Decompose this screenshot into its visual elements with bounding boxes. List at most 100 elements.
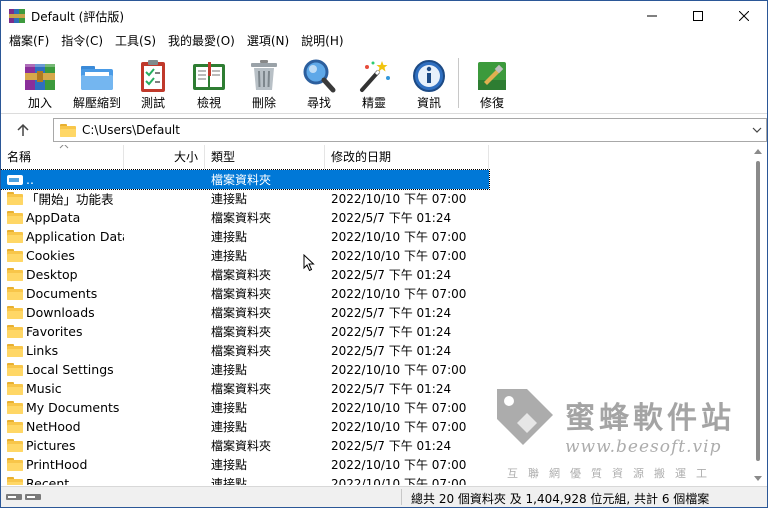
view-button[interactable]: 檢視: [182, 56, 236, 112]
cell-type: 檔案資料夾: [211, 306, 272, 320]
repair-kit-icon: [474, 58, 510, 94]
table-row[interactable]: .. 檔案資料夾: [1, 169, 490, 190]
cell-type: 檔案資料夾: [211, 287, 272, 301]
scroll-thumb[interactable]: [756, 161, 760, 461]
table-row[interactable]: Favorites 檔案資料夾 2022/5/7 下午 01:24: [1, 322, 489, 341]
folder-icon: [7, 420, 23, 433]
wizard-button[interactable]: 精靈: [347, 56, 401, 112]
menu-favorites[interactable]: 我的最愛(O): [162, 31, 241, 51]
menu-help[interactable]: 說明(H): [295, 31, 349, 51]
menu-options[interactable]: 選項(N): [241, 31, 295, 51]
table-row[interactable]: Local Settings 連接點 2022/10/10 下午 07:00: [1, 360, 489, 379]
status-summary: 總共 20 個資料夾 及 1,404,928 位元組, 共計 6 個檔案: [411, 492, 710, 506]
cell-name: Cookies: [1, 248, 124, 263]
cell-modified: 2022/10/10 下午 07:00: [331, 363, 467, 377]
folder-icon: [7, 306, 23, 319]
table-row[interactable]: Music 檔案資料夾 2022/5/7 下午 01:24: [1, 379, 489, 398]
file-list[interactable]: 名稱 大小 類型 修改的日期 .. 檔案資料夾 「開始」功能表 連接點 2022/10/…: [1, 145, 767, 485]
extract-folder-icon: [79, 58, 115, 94]
cell-modified: 2022/5/7 下午 01:24: [331, 344, 452, 358]
cell-type: 連接點: [211, 458, 248, 472]
column-type[interactable]: 類型: [205, 145, 325, 169]
cell-name: Application Data: [1, 229, 124, 244]
file-name: AppData: [26, 210, 81, 225]
menu-bar: 檔案(F) 指令(C) 工具(S) 我的最愛(O) 選項(N) 說明(H): [1, 31, 767, 51]
column-name[interactable]: 名稱: [1, 145, 124, 169]
folder-icon: [7, 458, 23, 471]
vertical-scrollbar[interactable]: [750, 145, 767, 485]
address-bar: C:\Users\Default: [1, 116, 767, 144]
winrar-app-icon[interactable]: [9, 8, 25, 24]
parent-folder-icon: [7, 174, 23, 185]
scroll-down-arrow[interactable]: [754, 476, 762, 481]
info-button[interactable]: 資訊: [402, 56, 456, 112]
menu-file[interactable]: 檔案(F): [3, 31, 55, 51]
up-folder-button[interactable]: [9, 119, 37, 141]
table-row[interactable]: NetHood 連接點 2022/10/10 下午 07:00: [1, 417, 489, 436]
menu-tools[interactable]: 工具(S): [109, 31, 162, 51]
test-label: 測試: [140, 96, 165, 110]
cell-type: 檔案資料夾: [211, 173, 272, 187]
file-name: Local Settings: [26, 362, 114, 377]
table-row[interactable]: 「開始」功能表 連接點 2022/10/10 下午 07:00: [1, 189, 489, 208]
add-button[interactable]: 加入: [13, 56, 67, 112]
status-separator: [401, 489, 402, 505]
minimize-button[interactable]: [629, 1, 675, 31]
table-row[interactable]: PrintHood 連接點 2022/10/10 下午 07:00: [1, 455, 489, 474]
table-row[interactable]: Pictures 檔案資料夾 2022/5/7 下午 01:24: [1, 436, 489, 455]
extract-to-button[interactable]: 解壓縮到: [70, 56, 124, 112]
cell-type: 連接點: [211, 401, 248, 415]
address-dropdown-button[interactable]: [750, 123, 764, 137]
file-name: Music: [26, 381, 62, 396]
cell-modified: 2022/10/10 下午 07:00: [331, 287, 467, 301]
file-name: PrintHood: [26, 457, 88, 472]
cell-name: Documents: [1, 286, 124, 301]
folder-icon: [7, 477, 23, 485]
column-modified[interactable]: 修改的日期: [325, 145, 489, 169]
table-row[interactable]: Downloads 檔案資料夾 2022/5/7 下午 01:24: [1, 303, 489, 322]
file-rows: .. 檔案資料夾 「開始」功能表 連接點 2022/10/10 下午 07:00 AppD…: [1, 169, 490, 485]
info-label: 資訊: [416, 96, 441, 110]
folder-icon: [7, 325, 23, 338]
folder-icon: [7, 363, 23, 376]
table-row[interactable]: Links 檔案資料夾 2022/5/7 下午 01:24: [1, 341, 489, 360]
test-button[interactable]: 測試: [126, 56, 180, 112]
cell-name: ..: [1, 172, 124, 187]
table-row[interactable]: Recent 連接點 2022/10/10 下午 07:00: [1, 474, 489, 485]
cell-modified: 2022/5/7 下午 01:24: [331, 325, 452, 339]
cell-modified: 2022/10/10 下午 07:00: [331, 192, 467, 206]
cell-modified: 2022/10/10 下午 07:00: [331, 477, 467, 485]
cell-name: Links: [1, 343, 124, 358]
folder-icon: [7, 401, 23, 414]
table-row[interactable]: Documents 檔案資料夾 2022/10/10 下午 07:00: [1, 284, 489, 303]
cell-name: Desktop: [1, 267, 124, 282]
cell-name: Music: [1, 381, 124, 396]
cell-name: AppData: [1, 210, 124, 225]
table-row[interactable]: My Documents 連接點 2022/10/10 下午 07:00: [1, 398, 489, 417]
folder-icon: [7, 287, 23, 300]
maximize-button[interactable]: [675, 1, 721, 31]
close-button[interactable]: [721, 1, 767, 31]
column-size[interactable]: 大小: [124, 145, 205, 169]
cell-type: 檔案資料夾: [211, 211, 272, 225]
column-header-row: 名稱 大小 類型 修改的日期: [1, 145, 489, 169]
folder-icon: [7, 230, 23, 243]
menu-commands[interactable]: 指令(C): [55, 31, 109, 51]
repair-button[interactable]: 修復: [465, 56, 519, 112]
table-row[interactable]: Application Data 連接點 2022/10/10 下午 07:00: [1, 227, 489, 246]
cell-modified: 2022/10/10 下午 07:00: [331, 249, 467, 263]
cell-name: Downloads: [1, 305, 124, 320]
scroll-up-arrow[interactable]: [754, 149, 762, 154]
folder-icon: [7, 382, 23, 395]
delete-button[interactable]: 刪除: [237, 56, 291, 112]
table-row[interactable]: AppData 檔案資料夾 2022/5/7 下午 01:24: [1, 208, 489, 227]
table-row[interactable]: Desktop 檔案資料夾 2022/5/7 下午 01:24: [1, 265, 489, 284]
table-row[interactable]: Cookies 連接點 2022/10/10 下午 07:00: [1, 246, 489, 265]
address-field[interactable]: C:\Users\Default: [53, 118, 767, 142]
cell-name: My Documents: [1, 400, 124, 415]
folder-icon: [60, 124, 76, 137]
find-button[interactable]: 尋找: [292, 56, 346, 112]
folder-icon: [7, 249, 23, 262]
cell-type: 檔案資料夾: [211, 382, 272, 396]
add-label: 加入: [27, 96, 52, 110]
